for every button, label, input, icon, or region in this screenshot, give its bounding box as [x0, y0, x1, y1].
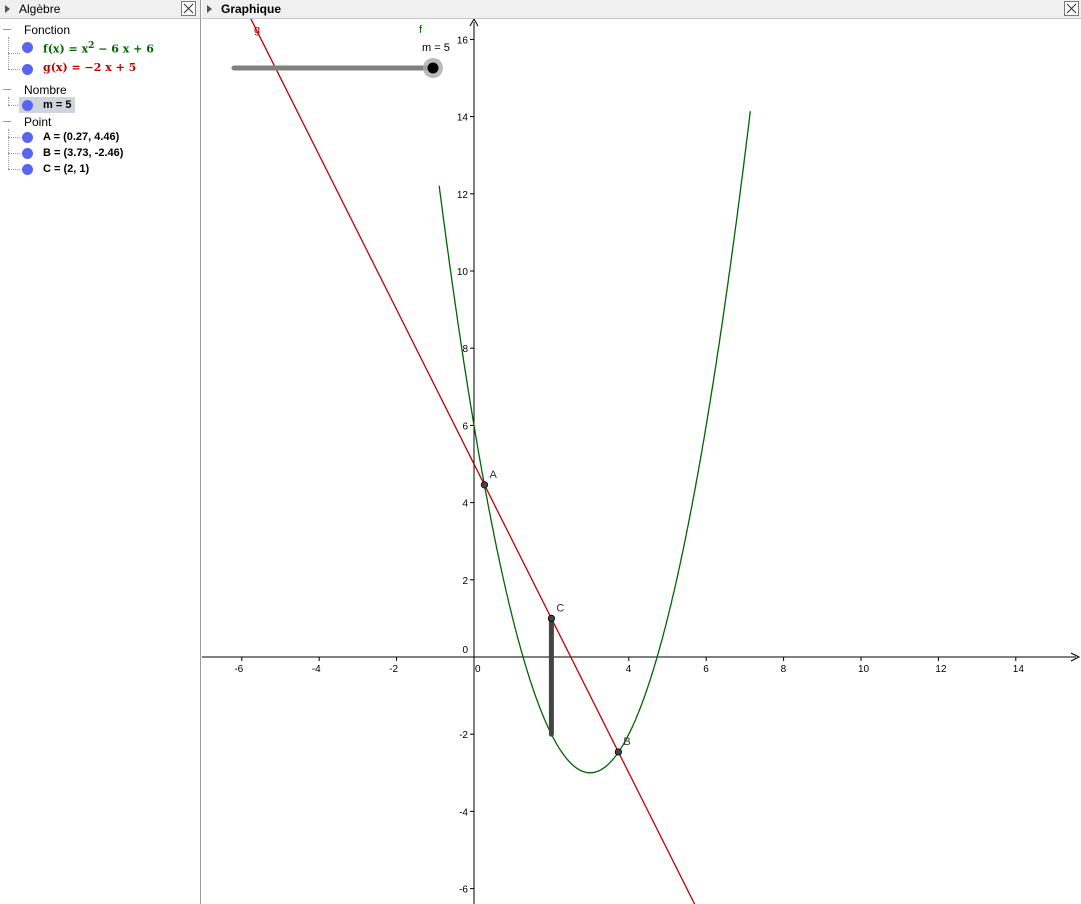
function-f-label: f: [419, 24, 423, 36]
y-tick-label: -2: [459, 730, 468, 741]
visibility-toggle-icon[interactable]: [22, 132, 33, 143]
x-tick-label: 0: [475, 664, 481, 675]
axes: -6 -4 -2 0 4 6 8 10 12 14 16 14 12 10 8 6 4 2 0 -2 -4 -6: [202, 19, 1081, 904]
tree-line: [8, 169, 20, 170]
y-tick-label: 12: [457, 190, 469, 201]
y-tick-label: -6: [459, 885, 468, 896]
y-tick-label: 14: [457, 113, 469, 124]
y-tick-label: 6: [462, 421, 468, 432]
slider-knob[interactable]: [427, 62, 439, 74]
tree-line: [8, 97, 9, 105]
panel-toggle-icon[interactable]: [5, 5, 10, 13]
x-tick-label: -6: [234, 664, 243, 675]
point-a-label: A = (0.27, 4.46): [43, 131, 120, 143]
slider-m[interactable]: m = 5: [231, 42, 450, 78]
tree-line: [8, 69, 20, 70]
x-tick-label: 4: [626, 664, 632, 675]
visibility-toggle-icon[interactable]: [22, 64, 33, 75]
function-g-line[interactable]: [242, 19, 699, 904]
graphics-panel: Graphique -6 -4 -2 0 4 6 8 10 12 14 16 14 12 10 8 6 4 2 0-…: [202, 0, 1081, 904]
visibility-toggle-icon[interactable]: [22, 42, 33, 53]
x-tick-label: 8: [781, 664, 787, 675]
function-g-lhs: g(x): [43, 61, 68, 74]
point-b[interactable]: [614, 748, 622, 756]
point-b-label: B: [623, 736, 630, 748]
category-label: Point: [24, 115, 52, 129]
x-tick-label: -4: [312, 664, 321, 675]
panel-toggle-icon[interactable]: [207, 5, 212, 13]
y-tick-label: -4: [459, 807, 468, 818]
visibility-toggle-icon[interactable]: [22, 100, 33, 111]
graphics-canvas[interactable]: -6 -4 -2 0 4 6 8 10 12 141614121086420-2-4-6 fg A…: [202, 19, 1081, 904]
x-tick-label: 10: [858, 664, 870, 675]
function-f-rest: − 6 x + 6: [94, 42, 154, 56]
tree-line: [8, 53, 20, 54]
number-m-label: m = 5: [43, 99, 72, 111]
close-algebra-icon[interactable]: [181, 1, 196, 16]
point-a-label: A: [489, 469, 497, 481]
function-g-formula: g(x) = −2 x + 5: [43, 61, 136, 75]
point-c-label: C = (2, 1): [43, 163, 90, 175]
collapse-icon[interactable]: [3, 29, 11, 30]
function-g-label: g: [254, 24, 260, 36]
visibility-toggle-icon[interactable]: [22, 164, 33, 175]
algebra-panel: Algèbre Fonction f(x) = x2 − 6 x + 6 g(x…: [0, 0, 201, 904]
tree-line: [8, 129, 9, 169]
visibility-toggle-icon[interactable]: [22, 148, 33, 159]
category-label: Fonction: [24, 23, 71, 37]
function-g-rhs: = −2 x + 5: [67, 61, 137, 74]
y-tick-label: 2: [462, 576, 468, 587]
x-tick-label: 12: [935, 664, 947, 675]
algebra-titlebar[interactable]: Algèbre: [0, 0, 200, 19]
point-c-label: C: [556, 602, 564, 614]
tree-line: [8, 137, 20, 138]
y-tick-label: 4: [462, 499, 468, 510]
close-graphics-icon[interactable]: [1064, 1, 1079, 16]
slider-label: m = 5: [422, 42, 450, 54]
curves: fg: [242, 19, 751, 904]
point-a[interactable]: [480, 481, 489, 489]
point-b-label: B = (3.73, -2.46): [43, 147, 124, 159]
function-f-rhs: = x: [64, 42, 89, 56]
function-f-lhs: f(x): [43, 42, 65, 56]
collapse-icon[interactable]: [3, 121, 11, 122]
marks: A B C: [480, 469, 631, 756]
graphics-title: Graphique: [221, 2, 282, 16]
point-c[interactable]: [547, 614, 555, 623]
function-f-formula: f(x) = x2 − 6 x + 6: [43, 39, 154, 57]
algebra-title: Algèbre: [19, 2, 61, 16]
algebra-item-m[interactable]: m = 5: [19, 97, 75, 113]
category-label: Nombre: [24, 83, 67, 97]
x-tick-label: 14: [1013, 664, 1025, 675]
collapse-icon[interactable]: [3, 89, 11, 90]
x-tick-label: 6: [703, 664, 709, 675]
y-tick-label: 10: [457, 267, 469, 278]
tree-line: [8, 153, 20, 154]
y-tick-label: 0: [462, 645, 468, 656]
y-tick-label: 8: [462, 344, 468, 355]
x-tick-label: -2: [389, 664, 398, 675]
graphics-titlebar[interactable]: Graphique: [202, 0, 1081, 19]
y-tick-label: 16: [457, 35, 469, 46]
